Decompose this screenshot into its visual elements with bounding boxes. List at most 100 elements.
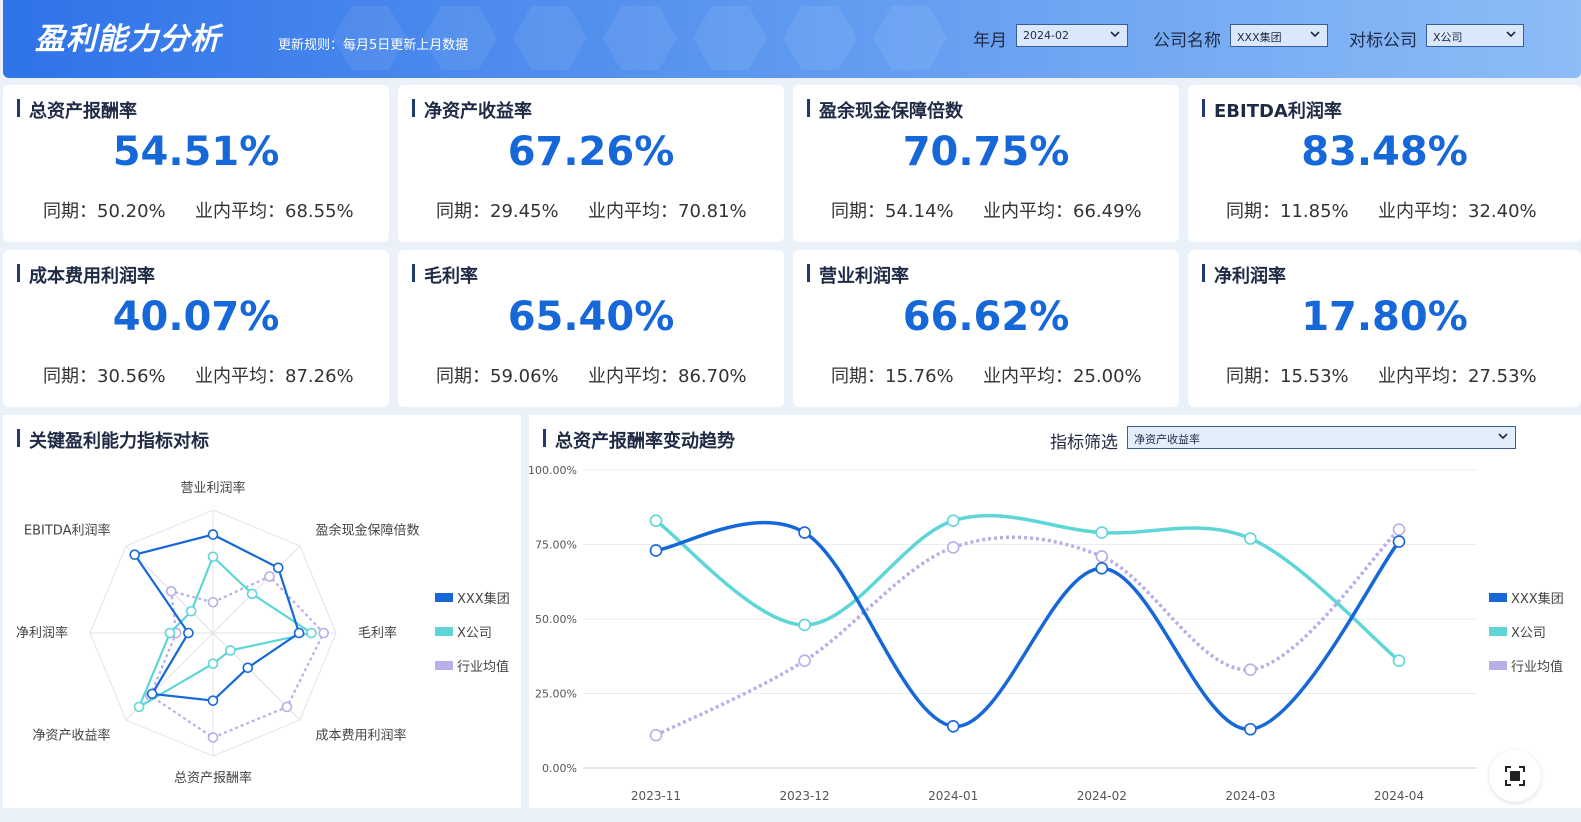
radar-point [207, 551, 219, 563]
radar-point [207, 658, 219, 670]
legend-item[interactable]: 行业均值 [435, 648, 510, 682]
company-select[interactable]: XXX集团 [1230, 24, 1328, 47]
y-tick-label: 100.00% [529, 464, 577, 477]
legend-item[interactable]: X公司 [435, 614, 510, 648]
kpi-value: 66.62% [902, 294, 1070, 340]
filter-label-month: 年月 [973, 31, 1007, 51]
trend-point [1392, 535, 1406, 548]
radar-panel: 关键盈利能力指标对标 营业利润率 盈余现金保障倍数 毛利率 成本费用利润率 总资产报酬率… [3, 415, 521, 808]
filter-label-benchmark: 对标公司 [1349, 31, 1417, 51]
legend-label: X公司 [457, 625, 492, 641]
kpi-value: 70.75% [902, 129, 1070, 175]
legend-item[interactable]: X公司 [1489, 614, 1564, 648]
radar-point [133, 701, 145, 713]
chevron-down-icon [1110, 31, 1120, 38]
radar-point [207, 596, 219, 608]
legend-item[interactable]: XXX集团 [435, 580, 510, 614]
legend-swatch [435, 592, 453, 602]
x-tick-label: 2024-01 [928, 789, 978, 803]
radar-point [129, 549, 141, 561]
legend-swatch [1489, 592, 1507, 602]
legend-item[interactable]: 行业均值 [1489, 648, 1564, 682]
page-title: 盈利能力分析 [35, 22, 221, 57]
legend-label: XXX集团 [1511, 591, 1564, 607]
kpi-industry-avg: 业内平均：27.53% [1378, 366, 1537, 387]
kpi-card: 毛利率 65.40% 同期：59.06% 业内平均：86.70% [398, 250, 784, 407]
trend-point [649, 728, 663, 742]
hex-decoration [873, 6, 947, 70]
title-bar [1202, 264, 1205, 282]
trend-point [649, 544, 663, 557]
trend-point [1392, 523, 1406, 536]
trend-point [1244, 532, 1257, 545]
y-tick-label: 50.00% [535, 613, 577, 626]
kpi-industry-avg: 业内平均：86.70% [588, 366, 747, 387]
kpi-title: 净利润率 [1214, 266, 1286, 287]
kpi-card: 营业利润率 66.62% 同期：15.76% 业内平均：25.00% [793, 250, 1179, 407]
y-tick-label: 0.00% [542, 762, 577, 775]
radar-point [293, 627, 305, 639]
radar-axis-label: 盈余现金保障倍数 [316, 522, 420, 538]
y-tick-label: 75.00% [535, 539, 577, 552]
legend-swatch [435, 626, 453, 636]
kpi-title: 盈余现金保障倍数 [819, 101, 963, 122]
trend-point [946, 541, 960, 554]
radar-point [242, 662, 254, 674]
legend-item[interactable]: XXX集团 [1489, 580, 1564, 614]
legend-label: 行业均值 [1511, 659, 1564, 675]
kpi-title: 净资产收益率 [424, 101, 532, 122]
trend-point [1244, 663, 1257, 676]
hex-decoration [513, 6, 587, 70]
kpi-yoy: 同期：30.56% [43, 366, 166, 387]
y-tick-label: 25.00% [535, 688, 577, 701]
x-tick-label: 2024-04 [1374, 789, 1424, 803]
radar-point [207, 529, 219, 540]
trend-point [1392, 654, 1406, 668]
legend-swatch [1489, 626, 1507, 636]
kpi-title: 毛利率 [424, 266, 478, 287]
x-tick-label: 2023-12 [780, 789, 830, 803]
x-tick-label: 2024-02 [1077, 789, 1127, 803]
trend-series-line [654, 513, 1401, 663]
fullscreen-button[interactable] [1489, 750, 1541, 802]
kpi-title: EBITDA利润率 [1214, 101, 1342, 122]
x-tick-label: 2023-11 [631, 789, 681, 803]
kpi-card: 净利润率 17.80% 同期：15.53% 业内平均：27.53% [1188, 250, 1581, 407]
legend-label: X公司 [1511, 625, 1546, 641]
trend-legend: XXX集团 X公司 行业均值 [1489, 580, 1564, 682]
radar-point [281, 701, 293, 713]
company-select-value: XXX集团 [1237, 31, 1282, 44]
radar-point [185, 605, 197, 617]
radar-point [165, 585, 177, 597]
kpi-industry-avg: 业内平均：68.55% [195, 201, 354, 222]
kpi-value: 67.26% [507, 129, 675, 175]
kpi-industry-avg: 业内平均：32.40% [1378, 201, 1537, 222]
benchmark-select[interactable]: X公司 [1426, 24, 1524, 47]
kpi-card: 净资产收益率 67.26% 同期：29.45% 业内平均：70.81% [398, 85, 784, 242]
title-bar [807, 99, 810, 117]
kpi-yoy: 同期：54.14% [831, 201, 954, 222]
hex-decoration [693, 6, 767, 70]
radar-point [225, 645, 236, 656]
legend-swatch [435, 660, 453, 670]
trend-point [798, 654, 811, 668]
legend-swatch [1489, 660, 1507, 670]
radar-axis-label: 毛利率 [358, 625, 397, 641]
title-bar [412, 99, 415, 117]
kpi-yoy: 同期：59.06% [436, 366, 559, 387]
radar-axis-label: 成本费用利润率 [316, 728, 407, 744]
radar-point [207, 695, 219, 706]
title-bar [807, 264, 810, 282]
radar-point [318, 627, 330, 639]
month-select[interactable]: 2024-02 [1016, 24, 1128, 47]
filter-label-company: 公司名称 [1153, 31, 1221, 51]
kpi-industry-avg: 业内平均：25.00% [983, 366, 1142, 387]
radar-axis-label: 营业利润率 [180, 480, 245, 496]
trend-point [1244, 722, 1257, 736]
kpi-industry-avg: 业内平均：87.26% [195, 366, 354, 387]
radar-point [272, 562, 284, 574]
kpi-value: 83.48% [1301, 129, 1468, 175]
hex-decoration [603, 6, 677, 70]
radar-point [264, 571, 275, 582]
radar-point [207, 732, 219, 743]
